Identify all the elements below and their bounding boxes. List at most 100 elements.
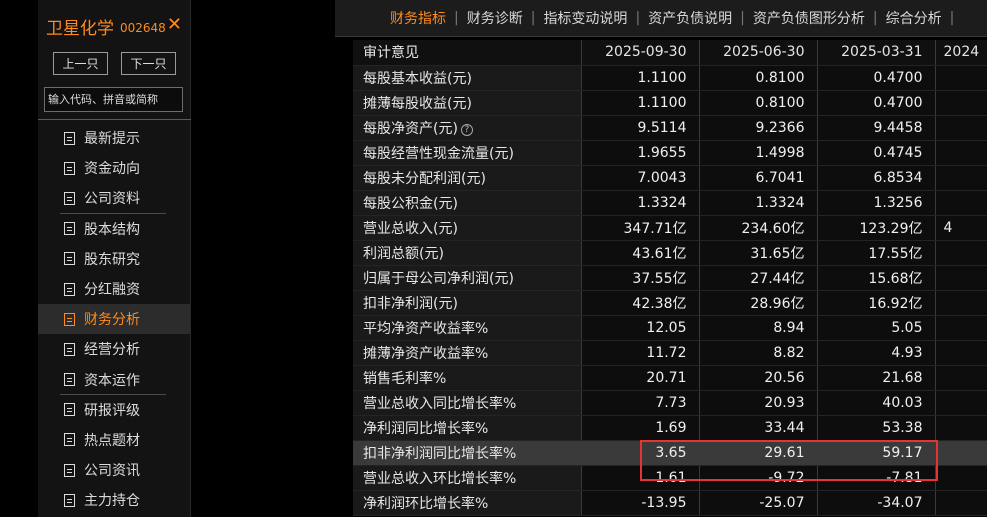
table-row[interactable]: 净利润同比增长率% 1.69 33.44 53.38 — [353, 415, 987, 441]
row-label: 归属于母公司净利润(元) — [353, 265, 582, 291]
table-cell: 28.96亿 — [699, 290, 818, 316]
sidebar-item-label: 公司资料 — [84, 191, 140, 208]
tab-balance-sheet-notes[interactable]: 资产负债说明 — [648, 8, 732, 28]
column-header[interactable]: 2025-09-30 — [581, 40, 700, 66]
sidebar-item-shareholders[interactable]: 股东研究 — [38, 244, 190, 274]
document-icon — [64, 161, 75, 175]
table-row[interactable]: 营业总收入(元) 347.71亿 234.60亿 123.29亿 4 — [353, 215, 987, 241]
table-cell: 53.38 — [817, 415, 936, 441]
table-row[interactable]: 扣非净利润同比增长率% 3.65 29.61 59.17 — [353, 440, 987, 466]
help-icon[interactable]: ? — [460, 123, 473, 136]
table-row[interactable]: 每股未分配利润(元) 7.0043 6.7041 6.8534 — [353, 165, 987, 191]
document-icon — [64, 312, 75, 326]
table-cell: 42.38亿 — [581, 290, 700, 316]
table-cell: 1.3256 — [817, 190, 936, 216]
table-cell: 40.03 — [817, 390, 936, 416]
table-row[interactable]: 净利润环比增长率% -13.95 -25.07 -34.07 — [353, 490, 987, 516]
table-row[interactable]: 营业总收入同比增长率% 7.73 20.93 40.03 — [353, 390, 987, 416]
row-label: 营业总收入环比增长率% — [353, 465, 582, 491]
sidebar-item-financial-analysis[interactable]: 财务分析 — [38, 304, 190, 335]
table-row[interactable]: 每股净资产(元)? 9.5114 9.2366 9.4458 — [353, 115, 987, 141]
sidebar-item-share-structure[interactable]: 股本结构 — [38, 214, 190, 244]
stock-header: 卫星化学 002648 ✕ — [38, 0, 190, 52]
left-gutter — [0, 0, 38, 517]
sidebar-item-capital-ops[interactable]: 资本运作 — [38, 365, 190, 395]
tab-overall-analysis[interactable]: 综合分析 — [886, 8, 942, 28]
sidebar-item-label: 经营分析 — [84, 342, 140, 359]
sidebar-item-label: 研报评级 — [84, 402, 140, 419]
row-label-text: 扣非净利润(元) — [363, 295, 458, 312]
table-cell — [935, 265, 987, 291]
table-cell — [935, 465, 987, 491]
sidebar-item-dividends[interactable]: 分红融资 — [38, 274, 190, 304]
row-label-text: 每股公积金(元) — [363, 195, 458, 212]
table-cell — [935, 115, 987, 141]
tab-indicator-changes[interactable]: 指标变动说明 — [543, 8, 627, 28]
sidebar-item-company-news[interactable]: 公司资讯 — [38, 455, 190, 485]
table-row[interactable]: 每股公积金(元) 1.3324 1.3324 1.3256 — [353, 190, 987, 216]
sidebar-item-label: 热点题材 — [84, 432, 140, 449]
table-cell: 33.44 — [699, 415, 818, 441]
table-cell: 7.0043 — [581, 165, 700, 191]
row-label-text: 摊薄净资产收益率% — [363, 345, 489, 362]
row-label-text: 每股未分配利润(元) — [363, 170, 486, 187]
next-stock-button[interactable]: 下一只 — [121, 52, 176, 75]
column-header[interactable]: 2025-06-30 — [699, 40, 818, 66]
document-icon — [64, 252, 75, 266]
financial-table-container[interactable]: 审计意见 2025-09-30 2025-06-30 2025-03-31 20… — [353, 40, 987, 517]
sidebar-item-fund-flow[interactable]: 资金动向 — [38, 153, 190, 183]
table-cell: 1.1100 — [581, 65, 700, 91]
document-icon — [64, 463, 75, 477]
column-header[interactable]: 2025-03-31 — [817, 40, 936, 66]
table-cell: -34.07 — [817, 490, 936, 516]
table-row[interactable]: 每股经营性现金流量(元) 1.9655 1.4998 0.4745 — [353, 140, 987, 166]
sidebar-item-hot-topics[interactable]: 热点题材 — [38, 425, 190, 455]
table-row[interactable]: 销售毛利率% 20.71 20.56 21.68 — [353, 365, 987, 391]
table-cell — [935, 165, 987, 191]
document-icon — [64, 342, 75, 356]
table-row[interactable]: 归属于母公司净利润(元) 37.55亿 27.44亿 15.68亿 — [353, 265, 987, 291]
table-row[interactable]: 每股基本收益(元) 1.1100 0.8100 0.4700 — [353, 65, 987, 91]
table-row[interactable]: 利润总额(元) 43.61亿 31.65亿 17.55亿 — [353, 240, 987, 266]
tab-divider: | — [872, 10, 878, 26]
row-label: 销售毛利率% — [353, 365, 582, 391]
tab-financial-diagnosis[interactable]: 财务诊断 — [467, 8, 523, 28]
table-row[interactable]: 扣非净利润(元) 42.38亿 28.96亿 16.92亿 — [353, 290, 987, 316]
stock-nav: 上一只 下一只 — [38, 52, 190, 75]
row-label: 净利润同比增长率% — [353, 415, 582, 441]
sidebar-item-latest[interactable]: 最新提示 — [38, 123, 190, 153]
row-label: 扣非净利润同比增长率% — [353, 440, 582, 466]
column-header[interactable]: 2024 — [935, 40, 987, 66]
sidebar-item-operations[interactable]: 经营分析 — [38, 334, 190, 364]
table-cell: 0.4700 — [817, 65, 936, 91]
table-row[interactable]: 摊薄每股收益(元) 1.1100 0.8100 0.4700 — [353, 90, 987, 116]
table-cell: 29.61 — [699, 440, 818, 466]
table-cell: 31.65亿 — [699, 240, 818, 266]
table-cell: 37.55亿 — [581, 265, 700, 291]
sidebar-item-label: 公司资讯 — [84, 463, 140, 480]
table-cell: 123.29亿 — [817, 215, 936, 241]
prev-stock-button[interactable]: 上一只 — [53, 52, 108, 75]
sidebar-item-label: 股本结构 — [84, 221, 140, 238]
table-row[interactable]: 平均净资产收益率% 12.05 8.94 5.05 — [353, 315, 987, 341]
close-icon[interactable]: ✕ — [167, 14, 182, 35]
sidebar-item-major-holdings[interactable]: 主力持仓 — [38, 485, 190, 515]
stock-search-input[interactable]: 输入代码、拼音或简称 — [44, 87, 183, 112]
table-row[interactable]: 摊薄净资产收益率% 11.72 8.82 4.93 — [353, 340, 987, 366]
sidebar-item-company-info[interactable]: 公司资料 — [38, 183, 190, 214]
tab-balance-sheet-charts[interactable]: 资产负债图形分析 — [753, 8, 865, 28]
table-cell — [935, 415, 987, 441]
table-cell: 6.7041 — [699, 165, 818, 191]
row-label: 营业总收入(元) — [353, 215, 582, 241]
tab-bar: 财务指标 | 财务诊断 | 指标变动说明 | 资产负债说明 | 资产负债图形分析… — [335, 0, 987, 37]
table-row[interactable]: 营业总收入环比增长率% 1.61 -9.72 -7.81 — [353, 465, 987, 491]
sidebar-item-label: 分红融资 — [84, 282, 140, 299]
document-icon — [64, 493, 75, 507]
table-cell: 1.3324 — [699, 190, 818, 216]
tab-divider: | — [949, 10, 955, 26]
table-cell — [935, 140, 987, 166]
tab-financial-indicators[interactable]: 财务指标 — [390, 8, 446, 28]
sidebar-item-research-ratings[interactable]: 研报评级 — [38, 395, 190, 425]
header-audit-opinion: 审计意见 — [353, 40, 582, 66]
stock-code: 002648 — [120, 20, 166, 35]
